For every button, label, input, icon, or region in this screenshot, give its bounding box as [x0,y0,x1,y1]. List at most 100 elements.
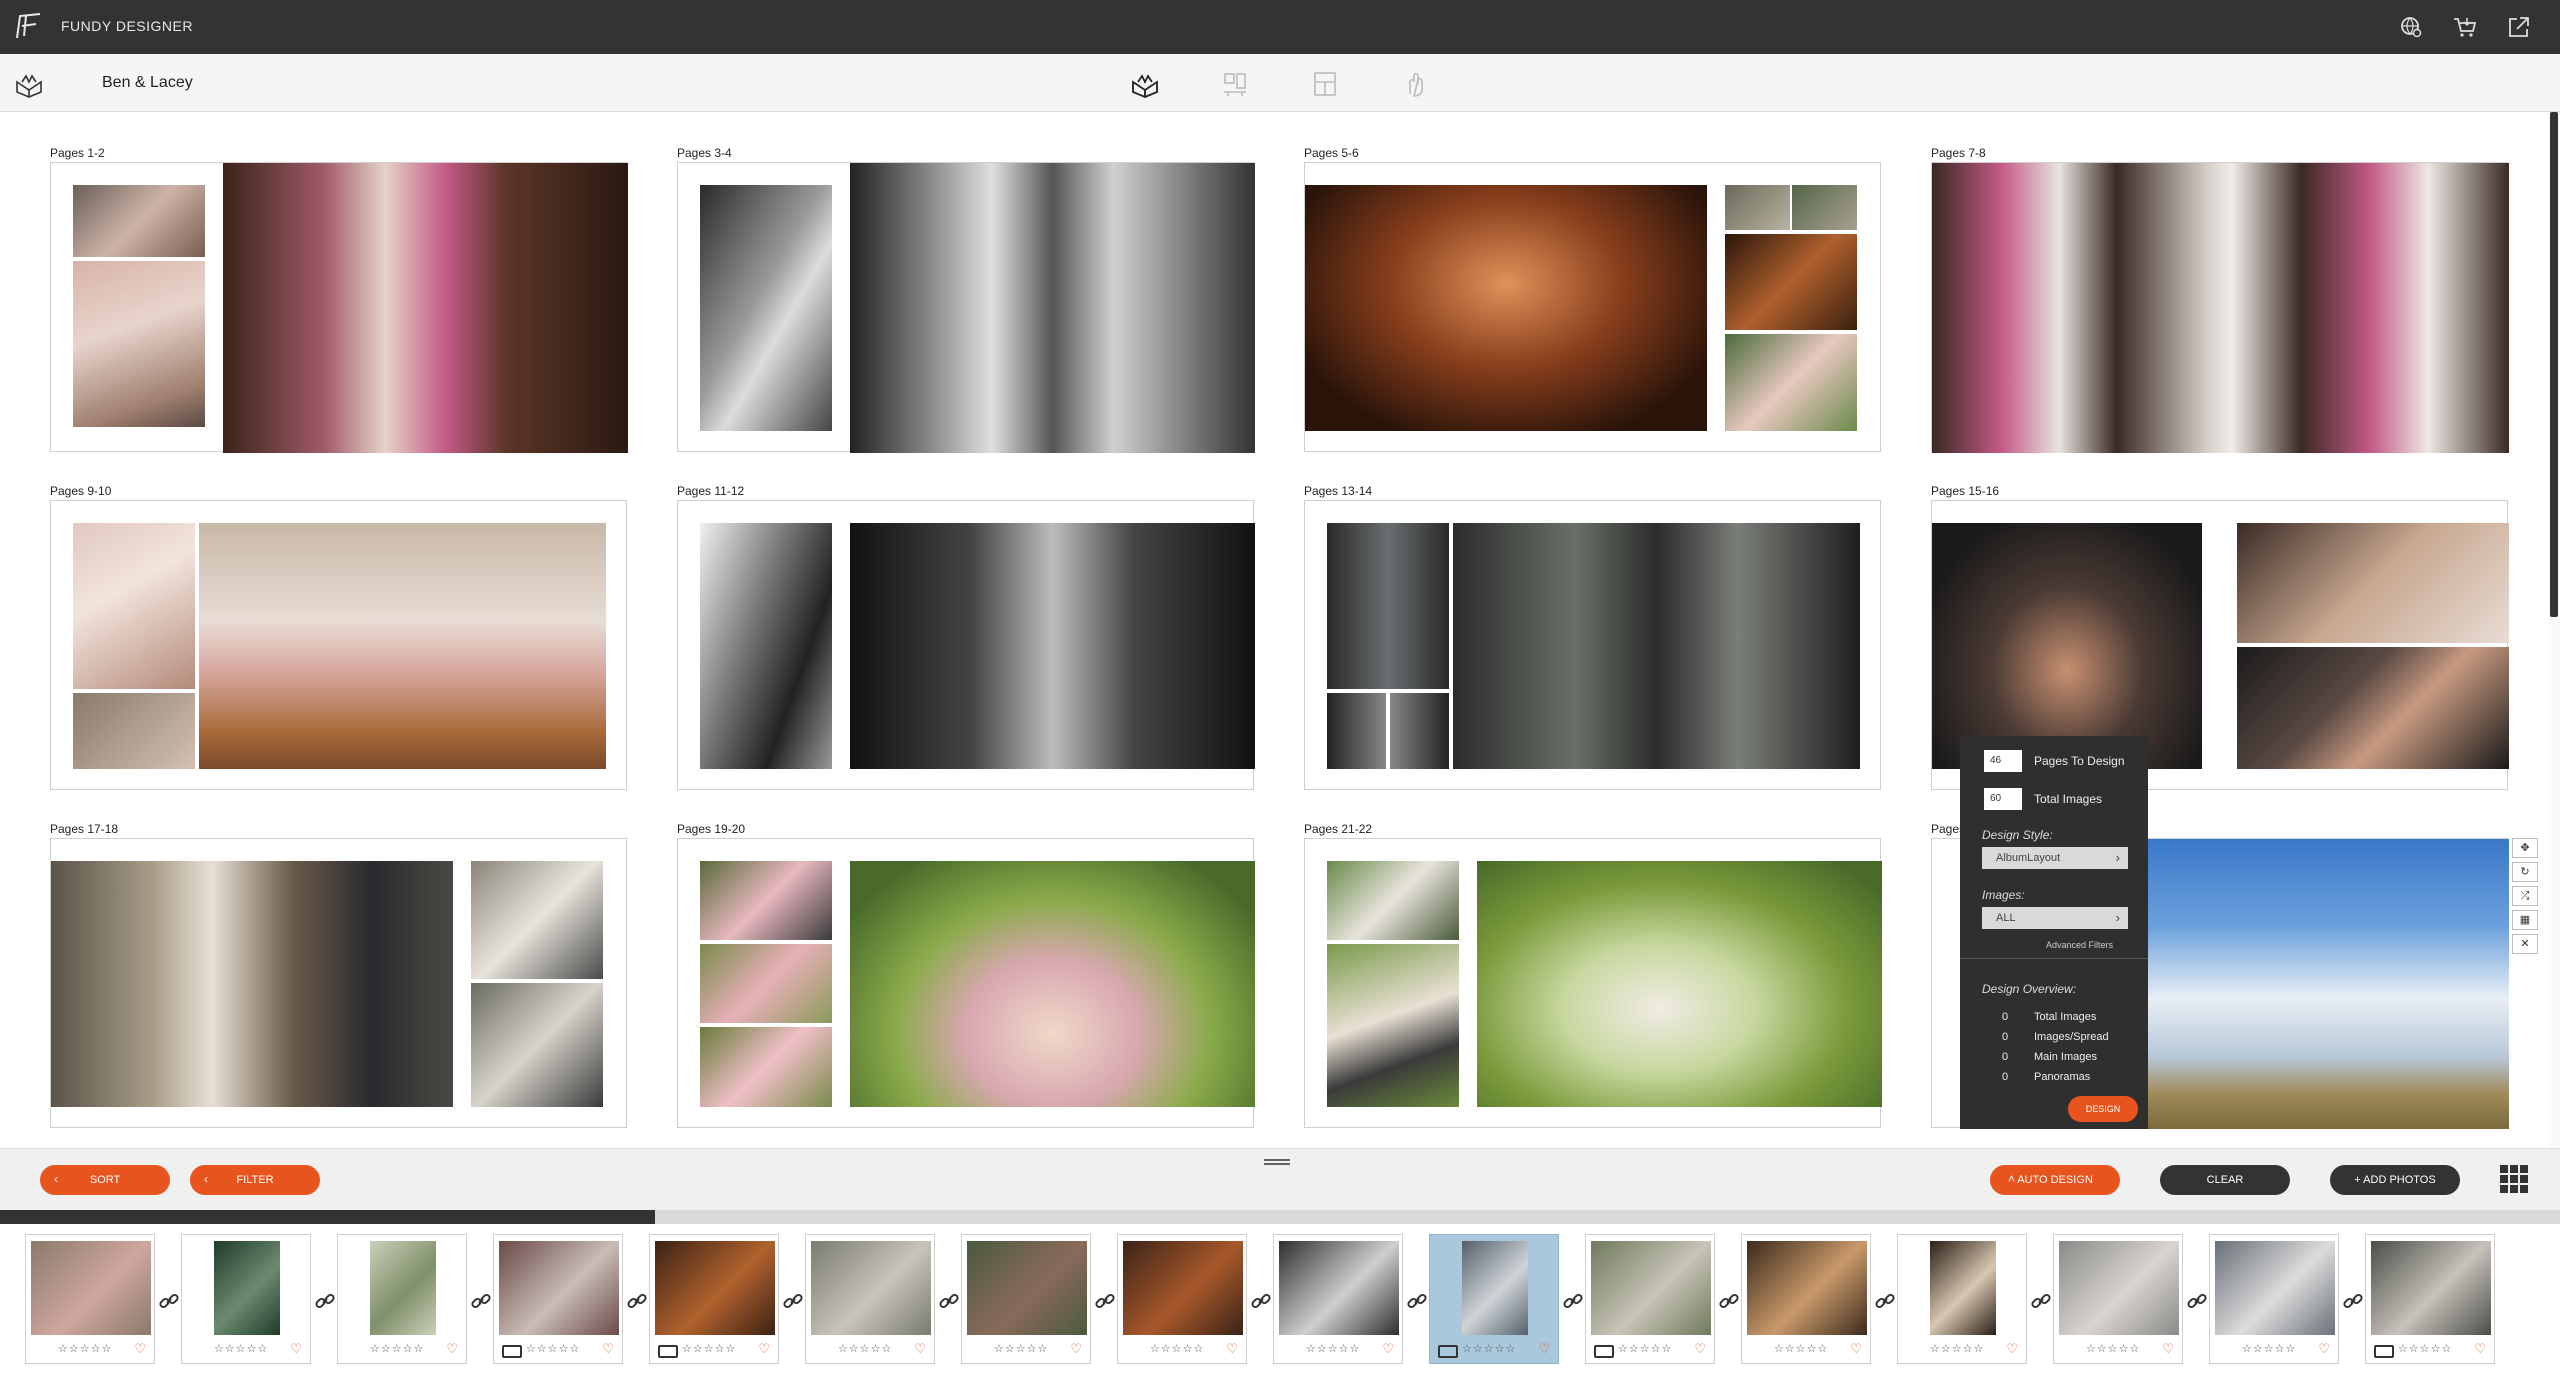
filmstrip-thumbnail[interactable]: ☆☆☆☆☆ ♡ [1429,1234,1559,1364]
filmstrip-thumbnail[interactable]: ☆☆☆☆☆ ♡ [805,1234,935,1364]
photo[interactable] [1932,163,2509,453]
star-rating[interactable]: ☆☆☆☆☆ [1306,1342,1360,1355]
thumbnail-photo[interactable] [1279,1241,1399,1335]
photo[interactable] [471,861,603,979]
rotate-icon[interactable]: ↻ [2512,862,2538,882]
photo[interactable] [2237,647,2509,769]
photo[interactable] [73,693,195,769]
wall-art-mode-tab-icon[interactable] [1220,70,1250,98]
filmstrip-thumbnail[interactable]: ☆☆☆☆☆ ♡ [181,1234,311,1364]
spread-pages-19-20[interactable] [677,838,1255,1128]
photo[interactable] [700,1027,832,1107]
heart-icon[interactable]: ♡ [758,1341,770,1357]
images-select[interactable]: ALL › [1982,907,2128,929]
photo[interactable] [1453,523,1860,769]
thumbnail-photo[interactable] [370,1241,436,1335]
spread-pages-7-8[interactable] [1931,162,2509,453]
star-rating[interactable]: ☆☆☆☆☆ [1774,1342,1828,1355]
filmstrip-thumbnail[interactable]: ☆☆☆☆☆ ♡ [2365,1234,2495,1364]
filmstrip-thumbnail[interactable]: ☆☆☆☆☆ ♡ [1741,1234,1871,1364]
link-icon[interactable] [626,1290,648,1312]
heart-icon[interactable]: ♡ [290,1341,302,1357]
resize-grip[interactable] [1264,1159,1290,1165]
photo[interactable] [1305,185,1707,431]
thumbnail-photo[interactable] [31,1241,151,1335]
thumbnail-photo[interactable] [1930,1241,1996,1335]
photo[interactable] [850,523,1255,769]
pages-to-design-input[interactable]: 46 [1984,750,2022,772]
thumbnail-photo[interactable] [2215,1241,2335,1335]
thumbnail-photo[interactable] [1462,1241,1528,1335]
star-rating[interactable]: ☆☆☆☆☆ [1150,1342,1204,1355]
spread-pages-3-4[interactable] [677,162,1255,453]
filmstrip-thumbnail[interactable]: ☆☆☆☆☆ ♡ [961,1234,1091,1364]
photo[interactable] [1792,185,1857,230]
link-icon[interactable] [1250,1290,1272,1312]
thumbnail-photo[interactable] [811,1241,931,1335]
link-icon[interactable] [1094,1290,1116,1312]
photo[interactable] [850,861,1255,1107]
photo[interactable] [2237,523,2509,643]
link-icon[interactable] [1718,1290,1740,1312]
star-rating[interactable]: ☆☆☆☆☆ [2086,1342,2140,1355]
star-rating[interactable]: ☆☆☆☆☆ [838,1342,892,1355]
link-icon[interactable] [2186,1290,2208,1312]
heart-icon[interactable]: ♡ [1382,1341,1394,1357]
filmstrip-thumbnail[interactable]: ☆☆☆☆☆ ♡ [1897,1234,2027,1364]
thumbnail-photo[interactable] [967,1241,1087,1335]
cart-icon[interactable] [2452,14,2478,40]
photo[interactable] [700,523,832,769]
star-rating[interactable]: ☆☆☆☆☆ [58,1342,112,1355]
add-photos-button[interactable]: + ADD PHOTOS [2330,1165,2460,1195]
photo[interactable] [1327,693,1386,769]
link-icon[interactable] [782,1290,804,1312]
photo[interactable] [1327,523,1449,689]
move-icon[interactable]: ✥ [2512,838,2538,858]
link-icon[interactable] [1562,1290,1584,1312]
link-icon[interactable] [158,1290,180,1312]
photo[interactable] [199,523,606,769]
thumbnail-photo[interactable] [655,1241,775,1335]
link-icon[interactable] [1874,1290,1896,1312]
filmstrip-thumbnail[interactable]: ☆☆☆☆☆ ♡ [1117,1234,1247,1364]
photo[interactable] [73,261,205,427]
spread-canvas[interactable]: Pages 1-2 Pages 3-4 Pages 5-6 Pages 7-8 … [0,112,2548,1148]
heart-icon[interactable]: ♡ [1694,1341,1706,1357]
photo[interactable] [73,185,205,257]
filmstrip-thumbnail[interactable]: ☆☆☆☆☆ ♡ [649,1234,779,1364]
photo[interactable] [1725,185,1790,230]
card-mode-tab-icon[interactable] [1310,70,1340,98]
photo[interactable] [471,983,603,1107]
star-rating[interactable]: ☆☆☆☆☆ [1930,1342,1984,1355]
link-icon[interactable] [938,1290,960,1312]
total-images-input[interactable]: 60 [1984,788,2022,810]
spread-pages-11-12[interactable] [677,500,1255,790]
star-rating[interactable]: ☆☆☆☆☆ [1618,1342,1672,1355]
filmstrip-thumbnail[interactable]: ☆☆☆☆☆ ♡ [1273,1234,1403,1364]
star-rating[interactable]: ☆☆☆☆☆ [1462,1342,1516,1355]
photo[interactable] [1327,944,1459,1107]
thumbnail-photo[interactable] [2371,1241,2491,1335]
link-icon[interactable] [314,1290,336,1312]
photo[interactable] [51,861,453,1107]
photo[interactable] [1725,234,1857,330]
heart-icon[interactable]: ♡ [2318,1341,2330,1357]
photo[interactable] [700,944,832,1023]
heart-icon[interactable]: ♡ [602,1341,614,1357]
thumbnail-photo[interactable] [1123,1241,1243,1335]
clear-button[interactable]: CLEAR [2160,1165,2290,1195]
star-rating[interactable]: ☆☆☆☆☆ [994,1342,1048,1355]
filter-button[interactable]: ‹ FILTER [190,1165,320,1195]
star-rating[interactable]: ☆☆☆☆☆ [214,1342,268,1355]
close-icon[interactable]: ✕ [2512,934,2538,954]
filmstrip[interactable]: ☆☆☆☆☆ ♡ ☆☆☆☆☆ ♡ ☆☆☆☆☆ ♡ ☆☆☆☆☆ ♡ ☆☆☆☆☆ ♡ ☆☆☆☆☆ ♡ ☆☆☆☆… [0,1224,2560,1387]
filmstrip-thumbnail[interactable]: ☆☆☆☆☆ ♡ [2209,1234,2339,1364]
spread-pages-21-22[interactable] [1304,838,1882,1128]
link-icon[interactable] [1406,1290,1428,1312]
filmstrip-thumbnail[interactable]: ☆☆☆☆☆ ♡ [2053,1234,2183,1364]
star-rating[interactable]: ☆☆☆☆☆ [526,1342,580,1355]
design-style-select[interactable]: AlbumLayout › [1982,847,2128,869]
heart-icon[interactable]: ♡ [446,1341,458,1357]
link-icon[interactable] [470,1290,492,1312]
heart-icon[interactable]: ♡ [1070,1341,1082,1357]
